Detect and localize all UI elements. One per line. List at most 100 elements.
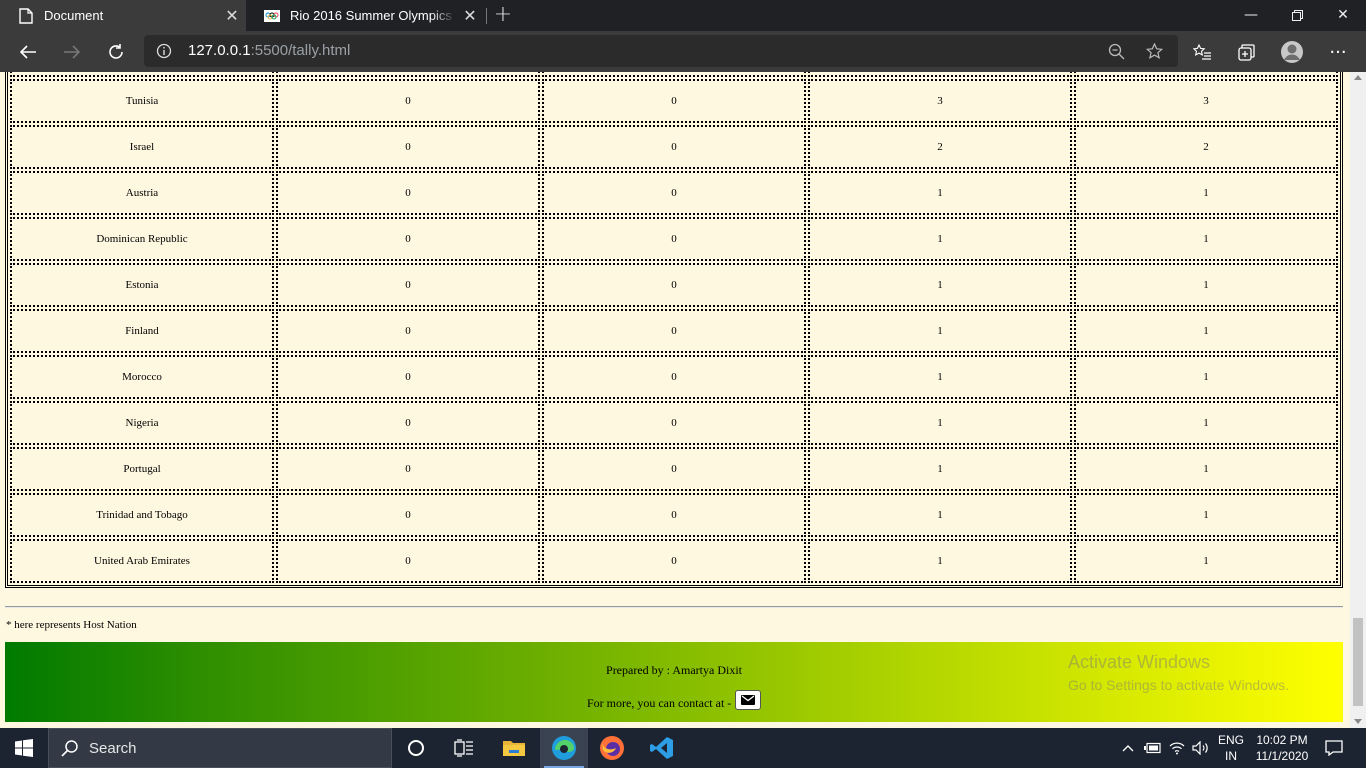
cell-gold: 0 <box>276 79 540 123</box>
battery-icon[interactable] <box>1142 728 1164 768</box>
cell-bronze: 2 <box>808 125 1072 169</box>
file-explorer-icon[interactable] <box>490 728 538 768</box>
taskbar: Search ENG IN 10:02 PM 11/1/2020 <box>0 728 1366 768</box>
collections-icon[interactable] <box>1230 36 1262 68</box>
medal-tally-body: Tunisia 0 0 3 3 Israel 0 0 2 2 Austria 0 0 1 1 Dominica… <box>10 72 1338 583</box>
profile-avatar-icon[interactable] <box>1276 36 1308 68</box>
restore-icon[interactable] <box>1274 0 1320 31</box>
cell-gold: 0 <box>276 309 540 353</box>
scroll-up-icon[interactable] <box>1354 75 1362 80</box>
contact-text: For more, you can contact at - <box>587 696 732 710</box>
navigation-bar: 127.0.0.1:5500/tally.html ··· <box>0 31 1366 72</box>
favorite-star-icon[interactable] <box>1145 42 1164 65</box>
cell-silver: 0 <box>542 79 806 123</box>
back-icon[interactable] <box>12 36 44 68</box>
cell-bronze: 1 <box>808 355 1072 399</box>
refresh-icon[interactable] <box>100 36 132 68</box>
clock[interactable]: 10:02 PM 11/1/2020 <box>1250 728 1314 768</box>
tab-rio-olympics[interactable]: Rio 2016 Summer Olympics - res ✕ <box>246 0 484 31</box>
scrollbar-thumb[interactable] <box>1353 618 1363 706</box>
scroll-down-icon[interactable] <box>1354 719 1362 724</box>
vscode-icon[interactable] <box>638 728 686 768</box>
cell-gold: 0 <box>276 447 540 491</box>
url-host: 127.0.0.1 <box>188 42 251 59</box>
cell-bronze: 1 <box>808 263 1072 307</box>
info-icon[interactable] <box>156 43 172 64</box>
table-cell-partial <box>10 72 274 77</box>
show-hidden-icons-icon[interactable] <box>1118 728 1138 768</box>
forward-icon[interactable] <box>56 36 88 68</box>
table-row: United Arab Emirates 0 0 1 1 <box>10 539 1338 583</box>
cell-country: Portugal <box>10 447 274 491</box>
volume-icon[interactable] <box>1190 728 1212 768</box>
cell-silver: 0 <box>542 263 806 307</box>
cell-country: Morocco <box>10 355 274 399</box>
cell-total: 1 <box>1074 217 1338 261</box>
more-menu-icon[interactable]: ··· <box>1322 36 1354 68</box>
clock-date: 11/1/2020 <box>1255 749 1309 763</box>
cell-country: Nigeria <box>10 401 274 445</box>
clock-time: 10:02 PM <box>1256 733 1308 747</box>
close-tab-icon[interactable]: ✕ <box>218 6 246 26</box>
table-cell-partial <box>1074 72 1338 77</box>
region-code: IN <box>1224 749 1237 763</box>
tab-document[interactable]: Document ✕ <box>0 0 246 31</box>
table-row: Finland 0 0 1 1 <box>10 309 1338 353</box>
cell-country: Dominican Republic <box>10 217 274 261</box>
cell-gold: 0 <box>276 217 540 261</box>
edge-browser-icon[interactable] <box>540 728 588 768</box>
address-bar[interactable]: 127.0.0.1:5500/tally.html <box>144 35 1178 67</box>
cell-silver: 0 <box>542 447 806 491</box>
cell-bronze: 1 <box>808 217 1072 261</box>
new-tab-icon[interactable]: + <box>492 3 514 27</box>
cell-gold: 0 <box>276 355 540 399</box>
cell-silver: 0 <box>542 309 806 353</box>
cell-bronze: 1 <box>808 401 1072 445</box>
close-window-icon[interactable]: ✕ <box>1320 0 1366 31</box>
cortana-icon[interactable] <box>392 728 440 768</box>
cell-total: 1 <box>1074 539 1338 583</box>
task-view-icon[interactable] <box>440 728 488 768</box>
page-icon <box>18 7 34 24</box>
activate-windows-title: Activate Windows <box>1068 652 1211 672</box>
notifications-icon[interactable] <box>1316 728 1352 768</box>
cell-gold: 0 <box>276 401 540 445</box>
cell-total: 1 <box>1074 309 1338 353</box>
olympic-rings-icon <box>264 8 280 24</box>
table-row: Trinidad and Tobago 0 0 1 1 <box>10 493 1338 537</box>
minimize-icon[interactable]: — <box>1228 0 1274 31</box>
windows-start-icon[interactable] <box>0 728 48 768</box>
cell-silver: 0 <box>542 355 806 399</box>
cell-gold: 0 <box>276 125 540 169</box>
tab-divider <box>486 8 487 24</box>
input-language-indicator[interactable]: ENG IN <box>1212 728 1250 768</box>
url-path: :5500/tally.html <box>250 42 351 59</box>
wifi-icon[interactable] <box>1166 728 1188 768</box>
cell-country: United Arab Emirates <box>10 539 274 583</box>
table-row: Israel 0 0 2 2 <box>10 125 1338 169</box>
cell-silver: 0 <box>542 171 806 215</box>
table-row: Nigeria 0 0 1 1 <box>10 401 1338 445</box>
cell-country: Trinidad and Tobago <box>10 493 274 537</box>
table-cell-partial <box>276 72 540 77</box>
cell-bronze: 1 <box>808 309 1072 353</box>
table-row <box>10 72 1338 77</box>
table-cell-partial <box>542 72 806 77</box>
tab-title: Rio 2016 Summer Olympics - res <box>290 8 456 23</box>
cell-country: Finland <box>10 309 274 353</box>
cell-silver: 0 <box>542 217 806 261</box>
taskbar-search-box[interactable]: Search <box>48 728 392 768</box>
zoom-icon[interactable] <box>1108 43 1125 65</box>
cell-total: 1 <box>1074 447 1338 491</box>
cell-total: 1 <box>1074 493 1338 537</box>
favorites-list-icon[interactable] <box>1186 36 1218 68</box>
cell-bronze: 3 <box>808 79 1072 123</box>
vertical-scrollbar[interactable] <box>1350 72 1366 728</box>
tab-title: Document <box>44 8 104 23</box>
close-tab-icon[interactable]: ✕ <box>456 6 484 26</box>
cell-country: Austria <box>10 171 274 215</box>
firefox-icon[interactable] <box>588 728 636 768</box>
cell-gold: 0 <box>276 539 540 583</box>
url-text: 127.0.0.1:5500/tally.html <box>188 42 350 59</box>
mail-icon[interactable] <box>735 690 761 710</box>
